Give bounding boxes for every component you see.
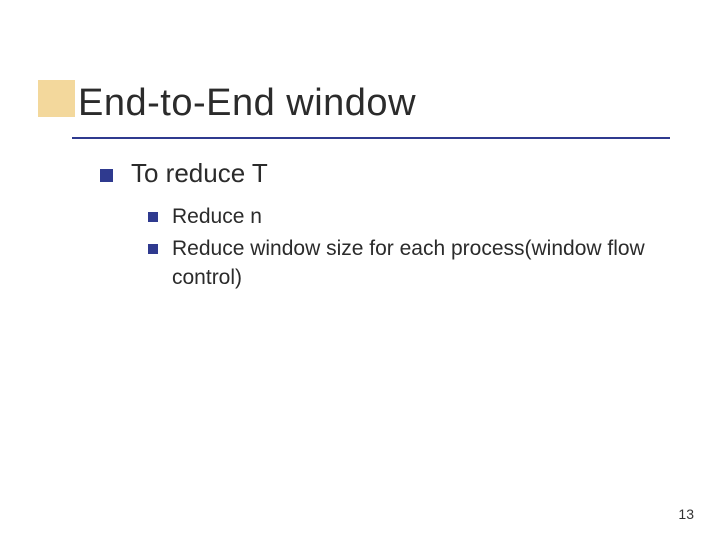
- title-underline: [72, 137, 670, 139]
- bullet-level2: Reduce window size for each process(wind…: [148, 235, 660, 292]
- square-bullet-icon: [100, 169, 113, 182]
- slide: End-to-End window To reduce T Reduce n R…: [0, 0, 720, 540]
- bullet-level2-group: Reduce n Reduce window size for each pro…: [148, 203, 660, 292]
- content-area: To reduce T Reduce n Reduce window size …: [100, 158, 660, 296]
- bullet-level2-text: Reduce window size for each process(wind…: [172, 235, 660, 292]
- square-bullet-icon: [148, 212, 158, 222]
- bullet-level2: Reduce n: [148, 203, 660, 231]
- page-number: 13: [678, 506, 694, 522]
- accent-square: [38, 80, 75, 117]
- bullet-level1: To reduce T: [100, 158, 660, 189]
- bullet-level1-text: To reduce T: [131, 158, 268, 189]
- slide-title: End-to-End window: [78, 82, 416, 125]
- bullet-level2-text: Reduce n: [172, 203, 262, 231]
- square-bullet-icon: [148, 244, 158, 254]
